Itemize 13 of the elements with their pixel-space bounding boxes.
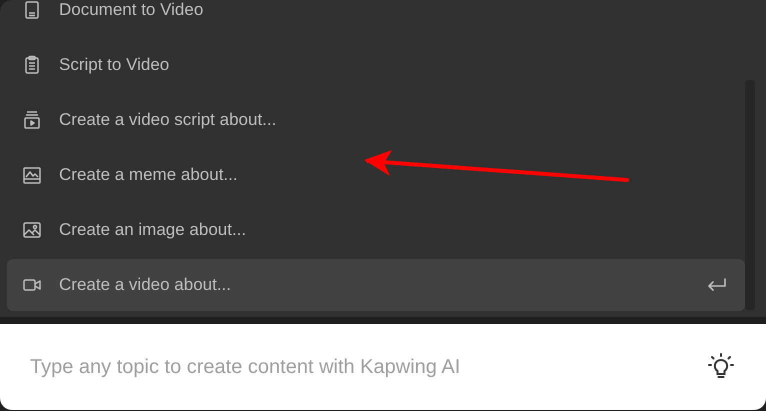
enter-key-icon <box>707 278 727 292</box>
menu-item[interactable]: Create a video about... <box>7 259 745 311</box>
image-icon <box>22 220 42 240</box>
menu-item[interactable]: Document to Video <box>7 0 745 36</box>
landscape-icon <box>22 165 42 185</box>
menu-item[interactable]: Create a video script about... <box>7 94 745 146</box>
prompt-field[interactable]: Type any topic to create content with Kapwing AI <box>0 324 766 410</box>
menu-item[interactable]: Create an image about... <box>7 204 745 256</box>
lightbulb-icon[interactable] <box>708 353 734 381</box>
scrollbar[interactable] <box>745 80 755 310</box>
menu-item[interactable]: Create a meme about... <box>7 149 745 201</box>
video-list-icon <box>22 110 42 130</box>
menu-item[interactable]: Script to Video <box>7 39 745 91</box>
